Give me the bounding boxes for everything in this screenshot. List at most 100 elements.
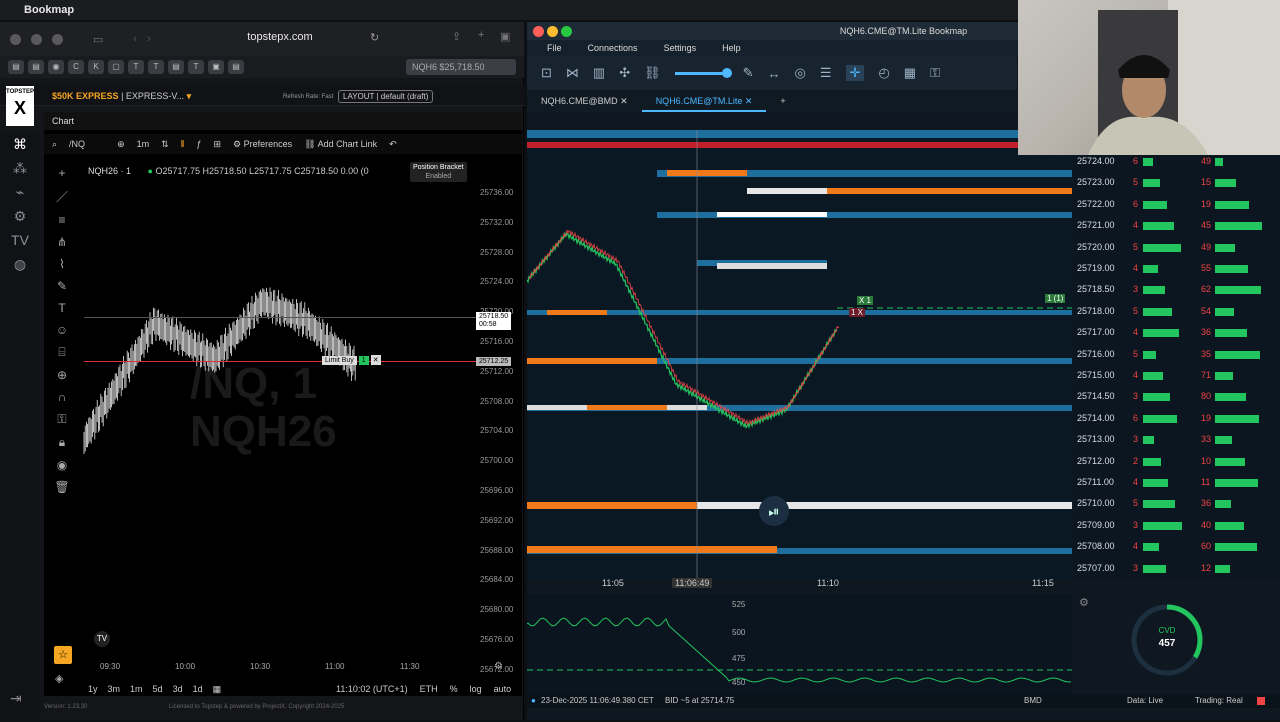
gear-icon[interactable]: ⚙ [0, 204, 40, 228]
timer-icon[interactable]: ◴ [878, 65, 889, 81]
topstep-logo[interactable]: TOPSTEP X [6, 86, 34, 126]
heatmap-canvas[interactable] [527, 130, 1072, 580]
tab-instrument-tm[interactable]: NQH6.CME@TM.Lite ✕ [641, 90, 767, 112]
trade-marker[interactable]: X 1 [857, 296, 874, 305]
trade-marker[interactable]: 1 X [849, 308, 866, 317]
menu-help[interactable]: Help [722, 40, 741, 56]
range-5d[interactable]: 5d [153, 684, 163, 695]
candlestick-chart[interactable] [44, 180, 478, 660]
dom-row[interactable]: 25718.50 3 62 [1073, 284, 1280, 296]
position-bracket-badge[interactable]: Position Bracket Enabled [410, 162, 467, 182]
dom-row[interactable]: 25708.00 4 60 [1073, 541, 1280, 553]
address-bar[interactable]: topstepx.com [220, 31, 340, 43]
pinned-tab[interactable]: ◉ [48, 60, 64, 74]
dom-row[interactable]: 25715.00 4 71 [1073, 370, 1280, 382]
dom-row[interactable]: 25711.00 4 11 [1073, 477, 1280, 489]
lock-icon[interactable]: ⚿ [930, 65, 940, 81]
tab-instrument-bmd[interactable]: NQH6.CME@BMD ✕ [527, 90, 642, 112]
limit-order-line[interactable] [84, 361, 478, 362]
range-1m[interactable]: 1m [130, 684, 143, 695]
pinned-tab[interactable]: ▢ [108, 60, 124, 74]
pinned-tab[interactable]: K [88, 60, 104, 74]
pinned-tab[interactable]: T [148, 60, 164, 74]
pulse-icon[interactable]: ⌁ [0, 180, 40, 204]
dom-row[interactable]: 25723.00 5 15 [1073, 177, 1280, 189]
dom-row[interactable]: 25718.00 5 54 [1073, 306, 1280, 318]
pinned-tab[interactable]: T [188, 60, 204, 74]
templates-icon[interactable]: ⊞ [213, 139, 221, 150]
new-tab-icon[interactable]: + [478, 29, 484, 41]
dom-row[interactable]: 25714.50 3 80 [1073, 391, 1280, 403]
logout-icon[interactable]: ⇥ [10, 690, 22, 707]
tab-overview-icon[interactable]: ▣ [500, 30, 510, 43]
account-selector[interactable]: $50K EXPRESS | EXPRESS-V... ▾ [52, 91, 191, 102]
bar-chart-icon[interactable]: ▥ [593, 65, 605, 81]
topstepx-tab[interactable]: NQH6 $25,718.50 [406, 59, 516, 75]
range-1d[interactable]: 1d [193, 684, 203, 695]
dom-row[interactable]: 25713.00 3 33 [1073, 434, 1280, 446]
menu-file[interactable]: File [547, 40, 562, 56]
layers-icon[interactable]: ◈ [55, 672, 63, 685]
log-toggle[interactable]: log [470, 684, 482, 694]
pinned-tab[interactable]: ▤ [8, 60, 24, 74]
dom-row[interactable]: 25719.00 4 55 [1073, 263, 1280, 275]
range-3m[interactable]: 3m [108, 684, 121, 695]
crosshair-icon[interactable]: + [52, 166, 72, 180]
dom-row[interactable]: 25720.00 5 49 [1073, 242, 1280, 254]
layout-selector[interactable]: LAYOUT | default (draft) [338, 90, 434, 103]
pinned-tab[interactable]: T [128, 60, 144, 74]
indicators-icon[interactable]: ƒ [196, 139, 201, 149]
dom-icon[interactable]: ▦ [904, 65, 916, 81]
dom-row[interactable]: 25721.00 4 45 [1073, 220, 1280, 232]
menu-connections[interactable]: Connections [588, 40, 638, 56]
dom-row[interactable]: 25710.00 5 36 [1073, 498, 1280, 510]
replay-play-button[interactable]: ⏯ [759, 496, 789, 526]
maximize-window-button[interactable] [52, 33, 63, 45]
cancel-order-icon[interactable]: ✕ [370, 355, 381, 365]
back-icon[interactable]: ‹ [133, 33, 137, 45]
pinned-tab[interactable]: ▤ [28, 60, 44, 74]
dom-row[interactable]: 25716.00 5 35 [1073, 349, 1280, 361]
liquidity-heatmap[interactable] [527, 130, 1072, 580]
close-window-button[interactable] [10, 33, 21, 45]
people-icon[interactable]: ⁂ [0, 156, 40, 180]
minimize-window-button[interactable] [547, 26, 558, 37]
search-icon[interactable]: ⌕ [52, 139, 57, 150]
percent-toggle[interactable]: % [450, 684, 458, 694]
maximize-window-button[interactable] [561, 26, 572, 37]
session-toggle[interactable]: ETH [420, 684, 438, 694]
cvd-indicator-pane[interactable]: 525 500 475 450 [526, 594, 1072, 694]
range-3d[interactable]: 3d [173, 684, 183, 695]
measure-icon[interactable]: ↔ [768, 66, 781, 81]
active-app-name[interactable]: Bookmap [24, 4, 74, 16]
dom-row[interactable]: 25722.00 6 19 [1073, 199, 1280, 211]
dom-row[interactable]: 25709.00 3 40 [1073, 520, 1280, 532]
candle-type-icon[interactable]: ⫴ [181, 139, 185, 150]
undo-icon[interactable]: ↶ [389, 139, 397, 150]
pen-icon[interactable]: ✎ [743, 65, 754, 81]
auto-toggle[interactable]: auto [494, 684, 512, 694]
pinned-tab[interactable]: ▣ [208, 60, 224, 74]
minimize-window-button[interactable] [31, 33, 42, 45]
position-marker[interactable]: 1 (1) [1045, 294, 1066, 303]
indicator-settings-icon[interactable]: ⚙ [1079, 596, 1089, 609]
chart-icon[interactable]: ⌘ [0, 132, 40, 156]
range-1y[interactable]: 1y [88, 684, 98, 695]
dom-row[interactable]: 25717.00 4 36 [1073, 327, 1280, 339]
share-icon[interactable]: ⇪ [452, 30, 461, 43]
link-icon[interactable]: ⛓ [644, 65, 661, 81]
dom-row[interactable]: 25714.00 6 19 [1073, 413, 1280, 425]
pinned-tab[interactable]: C [68, 60, 84, 74]
chart-clock[interactable]: 11:10:02 (UTC+1) [336, 684, 408, 694]
sidebar-toggle-icon[interactable]: ▭ [93, 33, 103, 46]
dom-row[interactable]: 25724.00 6 49 [1073, 156, 1280, 168]
calendar-icon[interactable]: ▦ [213, 684, 222, 695]
share-icon[interactable]: ⋈ [566, 65, 579, 81]
symbol-search[interactable]: /NQ [69, 139, 85, 149]
menu-settings[interactable]: Settings [664, 40, 697, 56]
reload-icon[interactable]: ↻ [370, 31, 379, 44]
crosshair-icon[interactable]: ✛ [845, 65, 865, 81]
plugins-icon[interactable]: ✣ [619, 65, 630, 81]
preferences-button[interactable]: ⚙ Preferences [233, 139, 292, 150]
globe-icon[interactable]: ◍ [0, 252, 40, 276]
